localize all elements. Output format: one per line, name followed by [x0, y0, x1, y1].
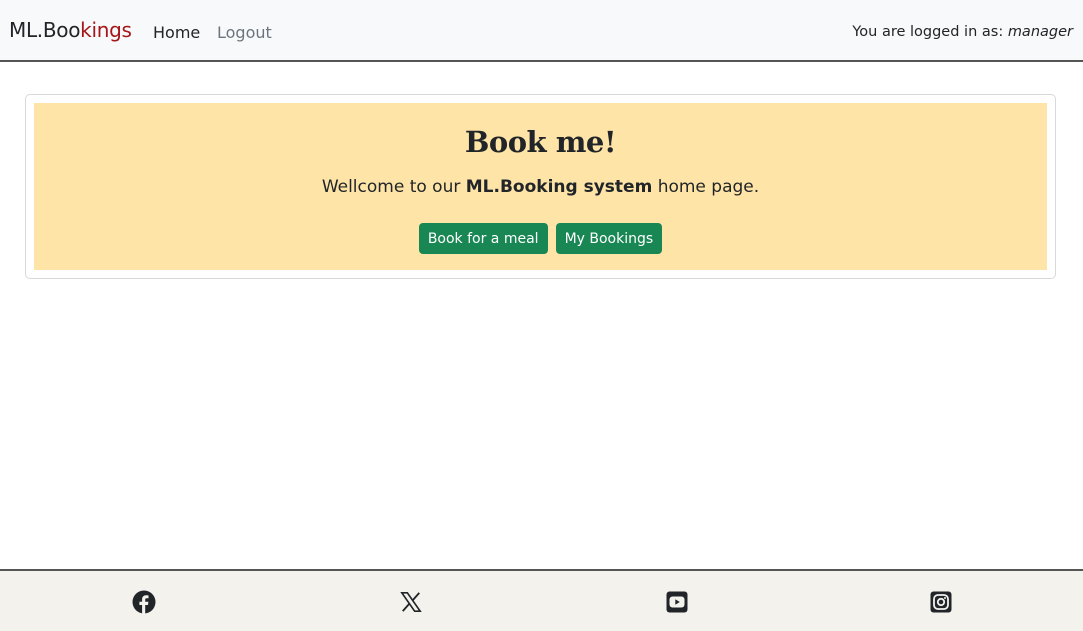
username: manager [1007, 24, 1073, 40]
x-icon[interactable] [399, 590, 423, 614]
welcome-text: Wellcome to our ML.Booking system home p… [34, 177, 1047, 197]
brand-suffix: kings [80, 18, 132, 42]
hero-banner: Book me! Wellcome to our ML.Booking syst… [34, 103, 1047, 270]
logged-in-user-info: You are logged in as: manager [852, 24, 1073, 40]
nav-home-link[interactable]: Home [153, 23, 200, 42]
facebook-icon[interactable] [132, 590, 156, 614]
my-bookings-button[interactable]: My Bookings [555, 223, 663, 254]
welcome-text-bold: ML.Booking system [465, 177, 653, 197]
welcome-card: Book me! Wellcome to our ML.Booking syst… [25, 94, 1056, 279]
hero-button-row: Book for a meal My Bookings [34, 223, 1047, 254]
user-prefix-text: You are logged in as: [852, 24, 1004, 40]
brand-logo-link[interactable]: ML.Bookings [9, 18, 132, 42]
welcome-text-after: home page. [652, 177, 760, 197]
welcome-text-before: Wellcome to our [321, 177, 466, 197]
book-meal-button[interactable]: Book for a meal [418, 223, 548, 254]
page-title: Book me! [464, 125, 617, 159]
footer [0, 569, 1083, 631]
top-navbar: ML.Bookings Home Logout You are logged i… [0, 0, 1083, 62]
nav-logout-link[interactable]: Logout [217, 23, 272, 42]
brand-prefix: ML.Boo [9, 18, 81, 42]
youtube-icon[interactable] [665, 590, 689, 614]
instagram-icon[interactable] [929, 590, 953, 614]
